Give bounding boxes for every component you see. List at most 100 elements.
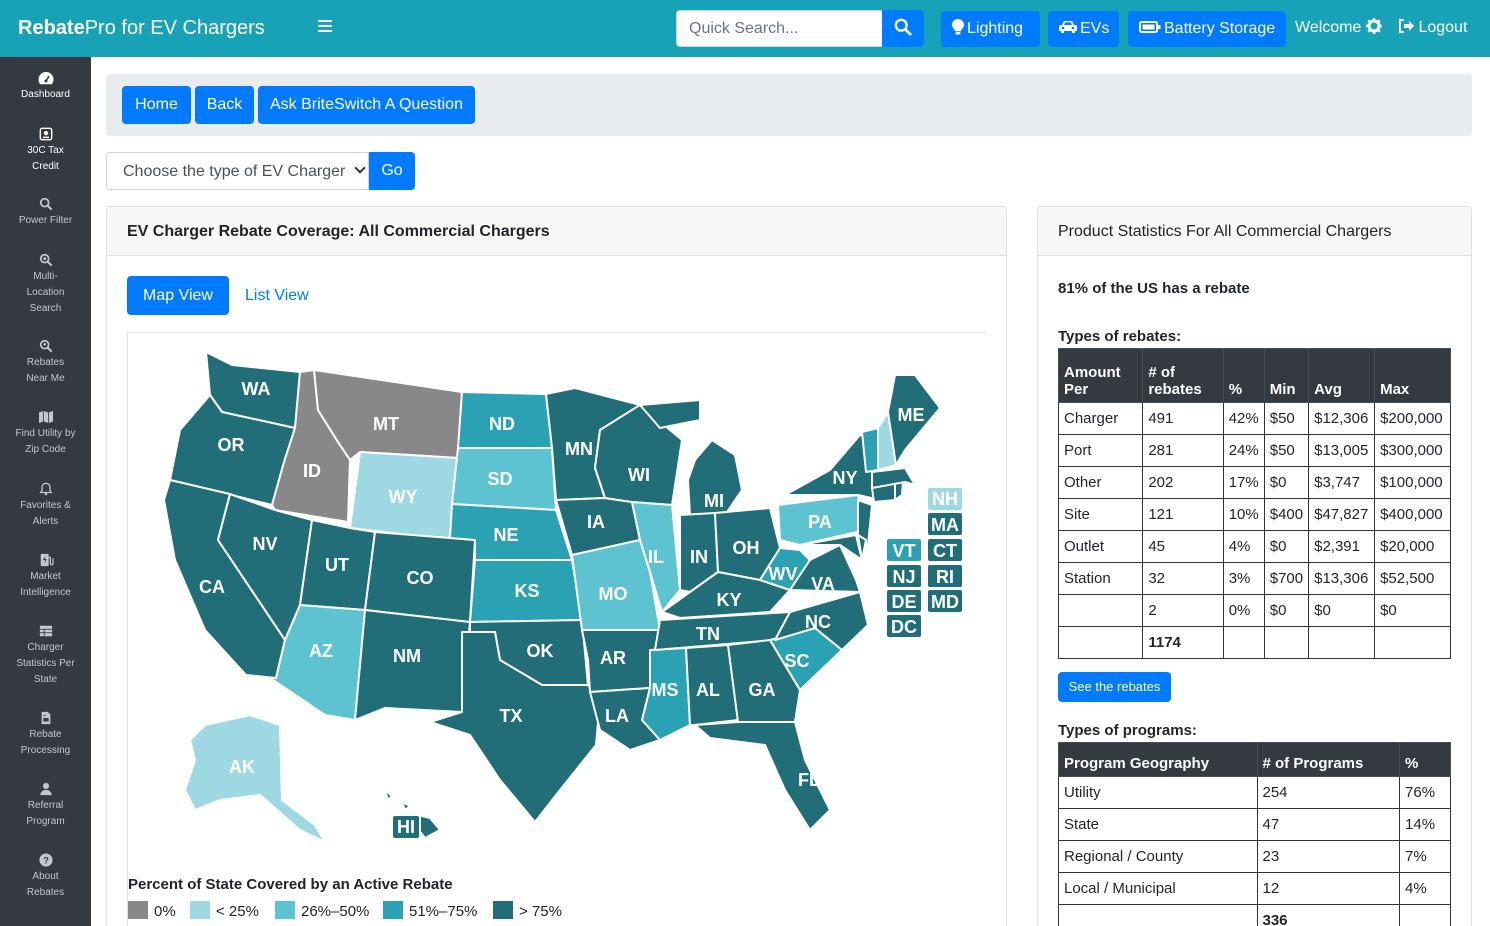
battery-storage-button[interactable]: Battery Storage — [1128, 11, 1286, 47]
gear-icon — [1365, 18, 1382, 35]
sidebar-item-label: Rebates Near Me — [26, 357, 65, 384]
map-label-sc: SC — [784, 651, 809, 671]
legend-item: < 25% — [190, 901, 259, 920]
table-cell — [1308, 626, 1376, 659]
map-label-mo: MO — [599, 584, 628, 604]
state-MA[interactable] — [871, 467, 916, 489]
search-button[interactable] — [882, 10, 924, 47]
table-row: Station 32 3% $700 $13,306 $52,500 — [1057, 562, 1451, 595]
svg-text:DC: DC — [891, 617, 917, 637]
table-row: Other 202 17% $0 $3,747 $100,000 — [1057, 466, 1451, 499]
map-label-ny: NY — [832, 468, 857, 488]
sidebar-item-about-rebates[interactable]: ? About Rebates — [0, 853, 91, 901]
map-label-fl: FL — [798, 770, 820, 790]
map-label-az: AZ — [309, 641, 333, 661]
table-row: Regional / County 23 7% — [1058, 840, 1451, 873]
user-icon — [39, 782, 52, 796]
map-label-ca: CA — [199, 577, 225, 597]
map-label-wi: WI — [628, 465, 650, 485]
map-icon — [38, 410, 53, 424]
map-label-sd: SD — [487, 469, 512, 489]
map-label-mt: MT — [373, 414, 399, 434]
table-cell: 23 — [1256, 840, 1401, 873]
sidebar-item-find-utility[interactable]: Find Utility by Zip Code — [0, 410, 91, 458]
table-cell: Other — [1057, 466, 1144, 499]
legend-swatch — [493, 901, 513, 920]
table-cell: $20,000 — [1374, 530, 1451, 563]
sidebar-item-charger-statistics[interactable]: Charger Statistics Per State — [0, 624, 91, 688]
table-cell: $52,500 — [1374, 562, 1451, 595]
map-label-in: IN — [690, 547, 708, 567]
bell-icon — [39, 482, 52, 496]
state-VT[interactable] — [861, 427, 879, 473]
svg-text:RI: RI — [936, 567, 954, 587]
table-cell: Outlet — [1057, 530, 1144, 563]
table-cell — [1057, 626, 1144, 659]
car-icon — [1059, 21, 1077, 34]
table-cell: $0 — [1308, 594, 1376, 627]
table-cell: $300,000 — [1374, 434, 1451, 467]
table-row: Port 281 24% $50 $13,005 $300,000 — [1057, 434, 1451, 467]
table-cell: 14% — [1399, 808, 1451, 841]
tab-map-view[interactable]: Map View — [127, 276, 229, 315]
column-header: Program Geography — [1058, 742, 1258, 777]
sidebar-item-power-filter[interactable]: Power Filter — [0, 197, 91, 229]
sidebar-item-label: Market Intelligence — [20, 571, 71, 598]
sidebar-item-dashboard[interactable]: Dashboard — [0, 71, 91, 103]
table-cell: $0 — [1263, 466, 1310, 499]
go-button[interactable]: Go — [369, 152, 415, 190]
table-cell: 2 — [1142, 594, 1224, 627]
svg-text:MA: MA — [931, 515, 959, 535]
brand-logo[interactable]: RebatePro for EV Chargers — [18, 17, 265, 40]
sidebar-item-30c-tax-credit[interactable]: 30C Tax Credit — [0, 127, 91, 175]
logout-link[interactable]: Logout — [1398, 19, 1467, 37]
home-button[interactable]: Home — [122, 86, 191, 124]
table-cell: $400,000 — [1374, 498, 1451, 531]
see-rebates-button[interactable]: See the rebates — [1058, 672, 1171, 702]
state-AK[interactable] — [184, 714, 326, 843]
table-cell: 4% — [1399, 872, 1451, 905]
table-cell: Regional / County — [1058, 840, 1258, 873]
map-label-ga: GA — [749, 680, 776, 700]
search-location-icon — [39, 339, 52, 353]
table-cell: 7% — [1399, 840, 1451, 873]
sidebar-item-referral-program[interactable]: Referral Program — [0, 782, 91, 830]
ev-charger-type-select[interactable]: Choose the type of EV Charger — [106, 152, 369, 190]
welcome-settings-link[interactable]: Welcome — [1295, 18, 1382, 37]
sidebar-item-multi-location-search[interactable]: Multi-Location Search — [0, 253, 91, 317]
sidebar-item-market-intelligence[interactable]: Market Intelligence — [0, 553, 91, 601]
sidebar-item-rebate-processing[interactable]: Rebate Processing — [0, 711, 91, 759]
lighting-button[interactable]: Lighting — [941, 11, 1040, 47]
chevron-down-icon — [354, 162, 366, 174]
table-cell: 202 — [1142, 466, 1224, 499]
table-cell: 42% — [1222, 402, 1265, 435]
tab-list-view[interactable]: List View — [229, 276, 325, 315]
map-label-mi: MI — [704, 491, 724, 511]
table-cell: Utility — [1058, 776, 1258, 809]
map-label-ok: OK — [527, 641, 554, 661]
back-button[interactable]: Back — [195, 86, 254, 124]
map-label-al: AL — [696, 680, 720, 700]
quick-search-input[interactable] — [676, 10, 883, 47]
sidebar-item-rebates-near-me[interactable]: Rebates Near Me — [0, 339, 91, 387]
stats-card-title: Product Statistics For All Commercial Ch… — [1038, 207, 1471, 256]
map-label-co: CO — [407, 568, 434, 588]
evs-button[interactable]: EVs — [1048, 11, 1119, 47]
table-cell: $0 — [1263, 594, 1310, 627]
svg-text:HI: HI — [397, 817, 415, 837]
sidebar-item-favorites-alerts[interactable]: Favorites & Alerts — [0, 482, 91, 530]
state-RI[interactable] — [894, 481, 904, 501]
table-row: Site 121 10% $400 $47,827 $400,000 — [1057, 498, 1451, 531]
battery-icon — [1139, 21, 1161, 34]
map-label-wa: WA — [242, 379, 271, 399]
rebate-total: 1174 — [1142, 626, 1224, 659]
legend-item: 26%–50% — [275, 901, 369, 920]
table-cell — [1399, 904, 1451, 926]
table-cell: 121 — [1142, 498, 1224, 531]
ask-question-button[interactable]: Ask BriteSwitch A Question — [258, 86, 475, 124]
svg-text:CT: CT — [933, 541, 957, 561]
legend-item: 51%–75% — [383, 901, 477, 920]
menu-toggle-icon[interactable] — [318, 20, 332, 32]
table-cell — [1222, 626, 1265, 659]
legend-item: 0% — [128, 901, 176, 920]
